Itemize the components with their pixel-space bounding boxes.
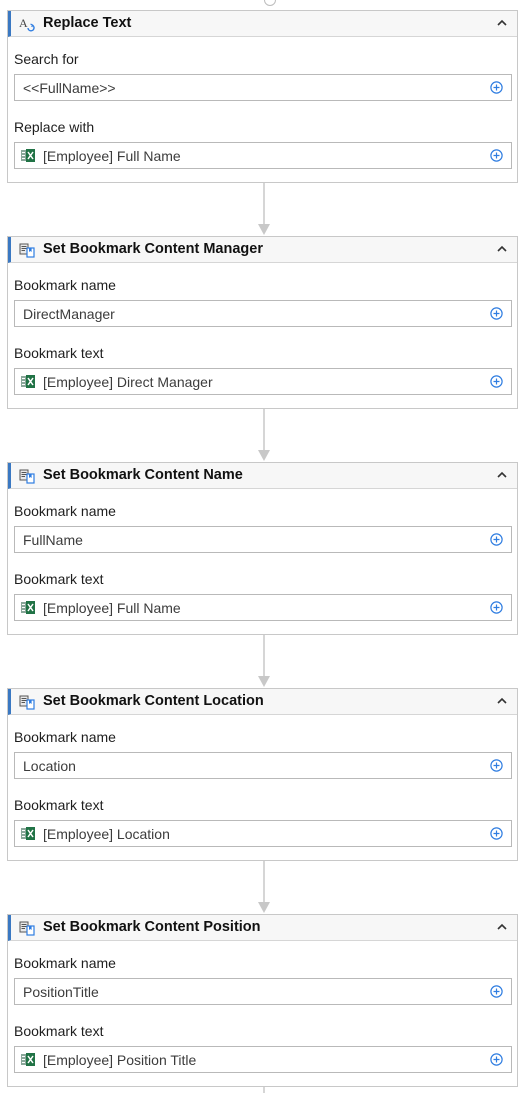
activity-title: Set Bookmark Content Location (43, 693, 264, 709)
add-plus-icon[interactable] (490, 81, 503, 94)
add-plus-icon[interactable] (490, 759, 503, 772)
collapse-chevron-icon[interactable] (495, 694, 509, 708)
top-connector-dot (264, 0, 276, 6)
search-for-label: Search for (14, 51, 79, 67)
flow-connector-arrow (258, 861, 270, 913)
activity-header[interactable]: Set Bookmark Content Location (8, 689, 517, 715)
replace-with-field[interactable]: [Employee] Full Name (14, 142, 512, 169)
collapse-chevron-icon[interactable] (495, 242, 509, 256)
flow-connector-line (263, 1087, 265, 1093)
svg-text:A: A (19, 16, 28, 30)
activity-set-bookmark-manager[interactable]: Set Bookmark Content Manager Bookmark na… (7, 236, 518, 409)
activity-set-bookmark-position[interactable]: Set Bookmark Content Position Bookmark n… (7, 914, 518, 1087)
bookmark-content-icon (19, 469, 35, 484)
bookmark-text-label: Bookmark text (14, 797, 104, 813)
bookmark-name-label: Bookmark name (14, 503, 116, 519)
field-value: <<FullName>> (23, 80, 116, 96)
add-plus-icon[interactable] (490, 149, 503, 162)
excel-variable-icon (21, 827, 35, 840)
add-plus-icon[interactable] (490, 533, 503, 546)
flow-connector-arrow (258, 183, 270, 235)
add-plus-icon[interactable] (490, 1053, 503, 1066)
field-value: [Employee] Full Name (43, 600, 181, 616)
bookmark-text-field[interactable]: [Employee] Position Title (14, 1046, 512, 1073)
bookmark-name-label: Bookmark name (14, 729, 116, 745)
add-plus-icon[interactable] (490, 601, 503, 614)
field-value: DirectManager (23, 306, 115, 322)
bookmark-name-field[interactable]: DirectManager (14, 300, 512, 327)
bookmark-text-label: Bookmark text (14, 571, 104, 587)
replace-text-icon: A (19, 16, 35, 32)
search-for-field[interactable]: <<FullName>> (14, 74, 512, 101)
replace-with-label: Replace with (14, 119, 95, 135)
collapse-chevron-icon[interactable] (495, 468, 509, 482)
bookmark-name-label: Bookmark name (14, 277, 116, 293)
add-plus-icon[interactable] (490, 307, 503, 320)
field-value: Location (23, 758, 76, 774)
add-plus-icon[interactable] (490, 985, 503, 998)
bookmark-name-field[interactable]: FullName (14, 526, 512, 553)
field-value: FullName (23, 532, 83, 548)
field-value: [Employee] Full Name (43, 148, 181, 164)
excel-variable-icon (21, 375, 35, 388)
bookmark-text-field[interactable]: [Employee] Location (14, 820, 512, 847)
activity-title: Set Bookmark Content Manager (43, 241, 263, 257)
excel-variable-icon (21, 1053, 35, 1066)
bookmark-content-icon (19, 921, 35, 936)
bookmark-text-field[interactable]: [Employee] Direct Manager (14, 368, 512, 395)
flow-connector-arrow (258, 635, 270, 687)
excel-variable-icon (21, 601, 35, 614)
activity-replace-text[interactable]: A Replace Text Search for <<FullName>> R… (7, 10, 518, 183)
bookmark-text-label: Bookmark text (14, 345, 104, 361)
activity-header[interactable]: A Replace Text (8, 11, 517, 37)
collapse-chevron-icon[interactable] (495, 920, 509, 934)
activity-title: Set Bookmark Content Position (43, 919, 261, 935)
field-value: [Employee] Position Title (43, 1052, 197, 1068)
activity-set-bookmark-location[interactable]: Set Bookmark Content Location Bookmark n… (7, 688, 518, 861)
add-plus-icon[interactable] (490, 827, 503, 840)
field-value: [Employee] Direct Manager (43, 374, 213, 390)
activity-title: Replace Text (43, 15, 132, 31)
bookmark-name-field[interactable]: Location (14, 752, 512, 779)
bookmark-name-field[interactable]: PositionTitle (14, 978, 512, 1005)
field-value: [Employee] Location (43, 826, 170, 842)
excel-variable-icon (21, 149, 35, 162)
collapse-chevron-icon[interactable] (495, 16, 509, 30)
activity-header[interactable]: Set Bookmark Content Name (8, 463, 517, 489)
add-plus-icon[interactable] (490, 375, 503, 388)
bookmark-text-label: Bookmark text (14, 1023, 104, 1039)
bookmark-text-field[interactable]: [Employee] Full Name (14, 594, 512, 621)
activity-title: Set Bookmark Content Name (43, 467, 243, 483)
activity-header[interactable]: Set Bookmark Content Manager (8, 237, 517, 263)
bookmark-name-label: Bookmark name (14, 955, 116, 971)
activity-header[interactable]: Set Bookmark Content Position (8, 915, 517, 941)
field-value: PositionTitle (23, 984, 99, 1000)
activity-set-bookmark-name[interactable]: Set Bookmark Content Name Bookmark name … (7, 462, 518, 635)
bookmark-content-icon (19, 243, 35, 258)
bookmark-content-icon (19, 695, 35, 710)
flow-connector-arrow (258, 409, 270, 461)
